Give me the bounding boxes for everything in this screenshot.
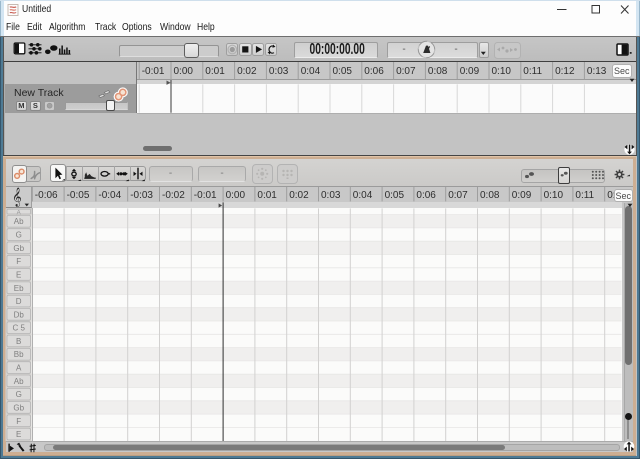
svg-text:C 5: C 5 [12, 324, 25, 333]
svg-text:Ab: Ab [14, 377, 24, 386]
svg-text:Ab: Ab [14, 217, 24, 226]
svg-text:Gb: Gb [13, 244, 24, 253]
svg-text:F: F [16, 417, 21, 426]
svg-text:B: B [16, 337, 21, 346]
svg-text:E: E [16, 430, 21, 439]
svg-text:Gb: Gb [13, 403, 24, 412]
svg-text:A: A [16, 364, 22, 373]
svg-text:Bb: Bb [14, 350, 24, 359]
svg-text:D: D [16, 297, 22, 306]
svg-text:G: G [16, 390, 22, 399]
svg-text:E: E [16, 270, 21, 279]
svg-text:Db: Db [14, 310, 25, 319]
svg-text:G: G [16, 231, 22, 240]
svg-text:A: A [17, 210, 22, 217]
svg-text:Eb: Eb [14, 284, 24, 293]
svg-text:F: F [16, 257, 21, 266]
